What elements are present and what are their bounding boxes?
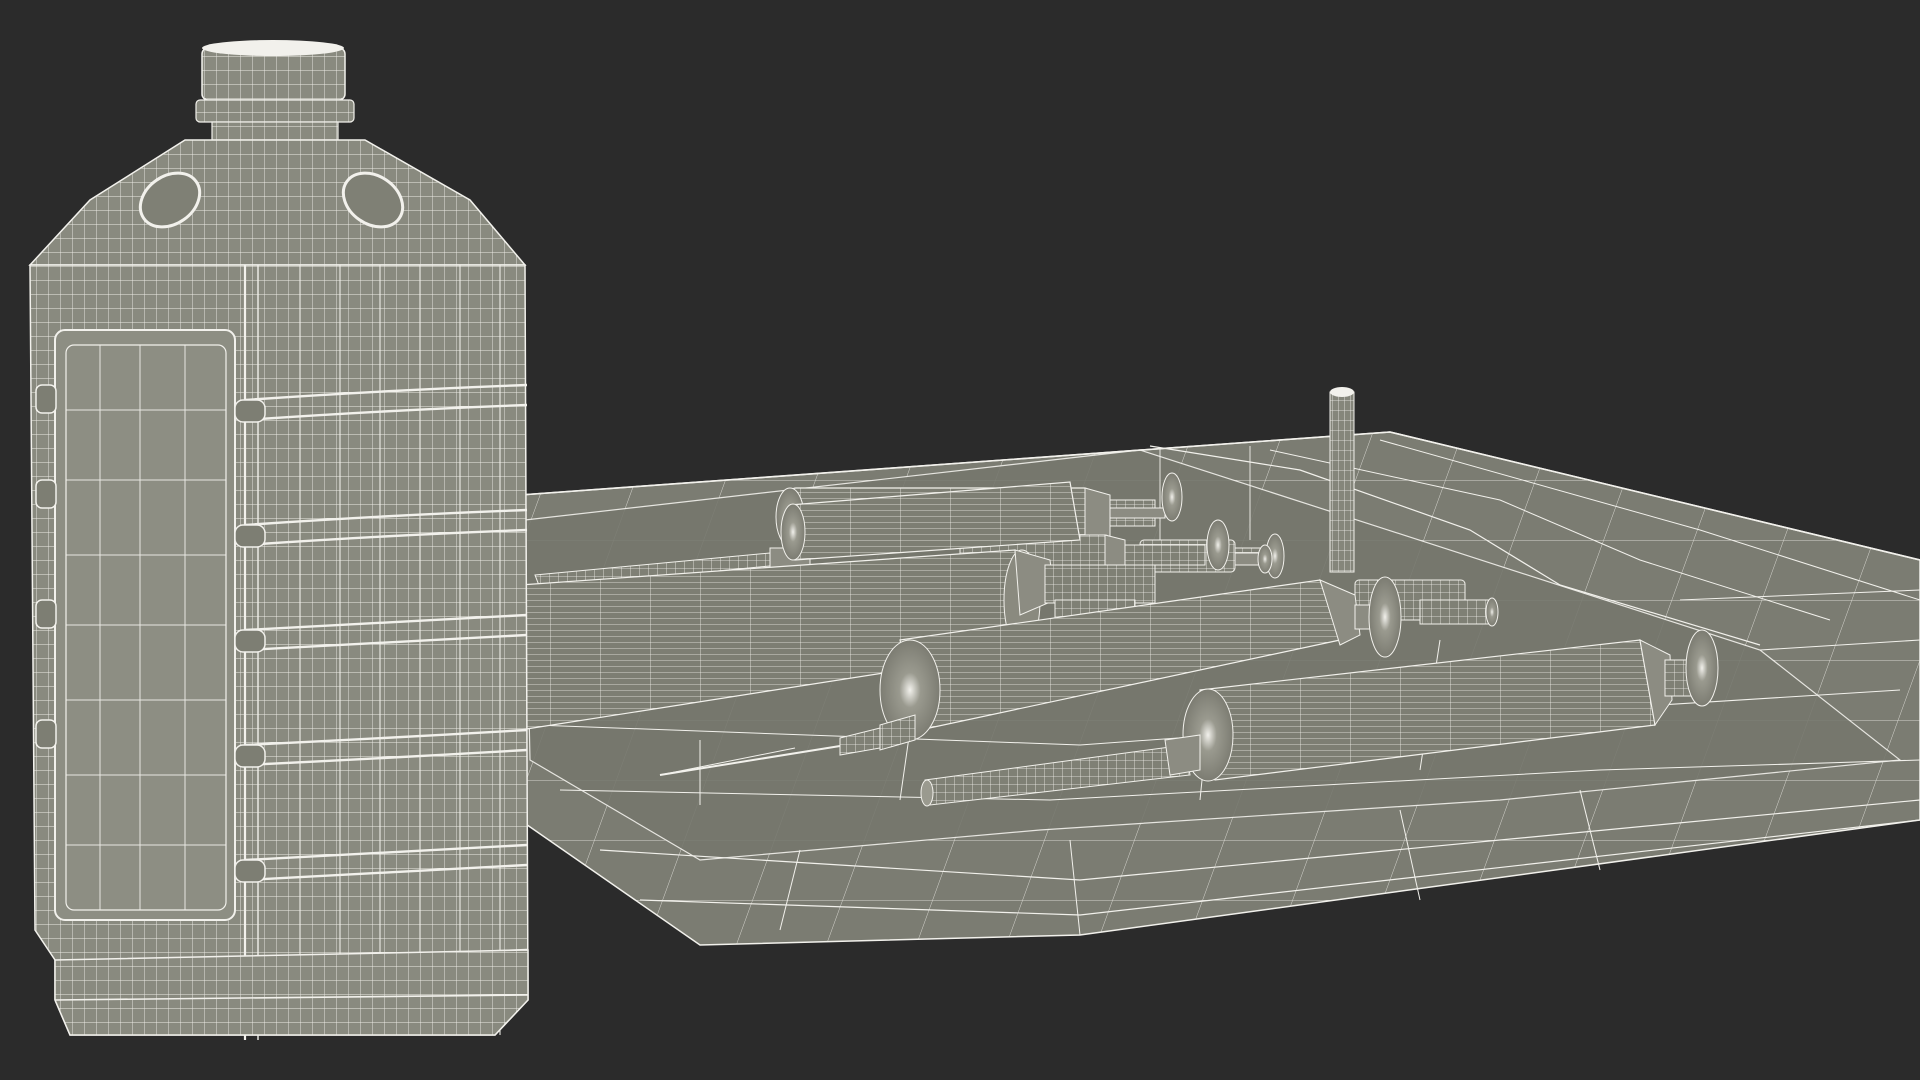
vertical-rod [1329,387,1355,573]
plastic-bottle [28,40,529,1040]
wireframe-render [0,0,1920,1080]
render-viewport [0,0,1920,1080]
